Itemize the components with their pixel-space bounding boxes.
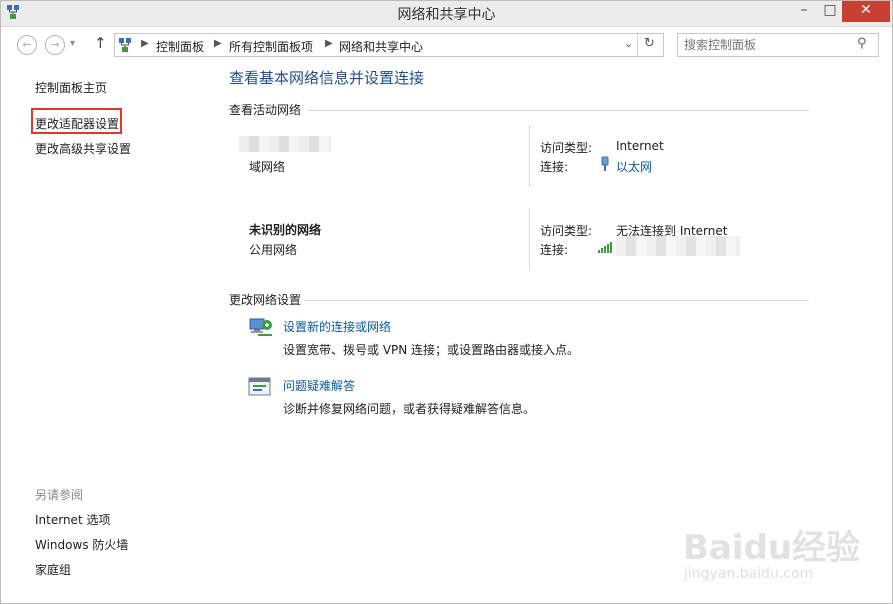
network-divider [529,208,530,270]
section-divider [304,300,809,301]
refresh-icon[interactable]: ↻ [644,36,655,51]
breadcrumb-separator-icon: ▶ [141,38,149,49]
see-also-windows-firewall[interactable]: Windows 防火墙 [35,536,128,553]
page-title: 查看基本网络信息并设置连接 [229,69,425,87]
sidebar-item-home[interactable]: 控制面板主页 [35,79,107,96]
blurred-network-name [239,136,331,152]
window-title: 网络和共享中心 [397,7,496,23]
network-name: 未识别的网络 [249,223,322,237]
address-dropdown-chevron-icon[interactable]: ⌄ [624,37,633,50]
window-frame [0,0,893,604]
network-type: 域网络 [249,160,286,174]
network-type: 公用网络 [249,243,298,257]
up-button[interactable]: ↑ [94,34,107,52]
address-divider [637,34,638,56]
change-settings-heading: 更改网络设置 [229,293,302,307]
network-setup-icon [248,316,274,343]
search-icon[interactable]: ⚲ [857,36,867,51]
setup-connection-link[interactable]: 设置新的连接或网络 [283,318,391,335]
control-panel-icon [118,37,132,56]
recent-pages-chevron-icon[interactable]: ▾ [70,38,75,49]
back-button[interactable]: ← [17,35,37,55]
search-input[interactable] [682,36,856,54]
setup-connection-desc: 设置宽带、拨号或 VPN 连接；或设置路由器或接入点。 [283,343,580,357]
breadcrumb-separator-icon: ▶ [325,38,333,49]
minimize-button[interactable]: – [790,0,818,22]
connection-label: 连接: [540,160,569,174]
breadcrumb-separator-icon: ▶ [214,38,222,49]
see-also-homegroup[interactable]: 家庭组 [35,561,71,578]
search-box[interactable]: ⚲ [677,33,879,57]
ethernet-link[interactable]: 以太网 [616,158,652,175]
watermark-url: jingyan.baidu.com [684,566,814,582]
breadcrumb-network-center[interactable]: 网络和共享中心 [339,38,423,55]
section-divider [308,110,809,111]
access-type-label: 访问类型: [540,224,593,238]
see-also-heading: 另请参阅 [35,488,84,502]
maximize-button[interactable]: □ [816,0,844,22]
breadcrumb-all-items[interactable]: 所有控制面板项 [229,38,313,55]
troubleshoot-icon [248,376,272,401]
sidebar-item-advanced-sharing[interactable]: 更改高级共享设置 [35,140,131,157]
connection-label: 连接: [540,243,569,257]
close-button[interactable]: ✕ [842,0,890,22]
see-also-internet-options[interactable]: Internet 选项 [35,511,110,528]
access-type-label: 访问类型: [540,141,593,155]
sidebar-item-adapter-settings[interactable]: 更改适配器设置 [35,115,119,132]
wifi-signal-icon [598,241,614,256]
blurred-connection-name [616,236,740,256]
active-networks-heading: 查看活动网络 [229,103,302,117]
access-type-value: Internet [616,139,664,153]
troubleshoot-link[interactable]: 问题疑难解答 [283,377,355,394]
forward-button[interactable]: → [45,35,65,55]
troubleshoot-desc: 诊断并修复网络问题，或者获得疑难解答信息。 [283,402,536,416]
ethernet-icon [600,156,610,175]
breadcrumb-control-panel[interactable]: 控制面板 [156,38,204,55]
network-divider [529,125,530,187]
title-bar: 网络和共享中心 – □ ✕ [0,0,893,27]
address-bar[interactable]: ▶ 控制面板 ▶ 所有控制面板项 ▶ 网络和共享中心 ⌄ ↻ [114,33,664,57]
watermark-brand: Baidu经验 [683,528,861,568]
